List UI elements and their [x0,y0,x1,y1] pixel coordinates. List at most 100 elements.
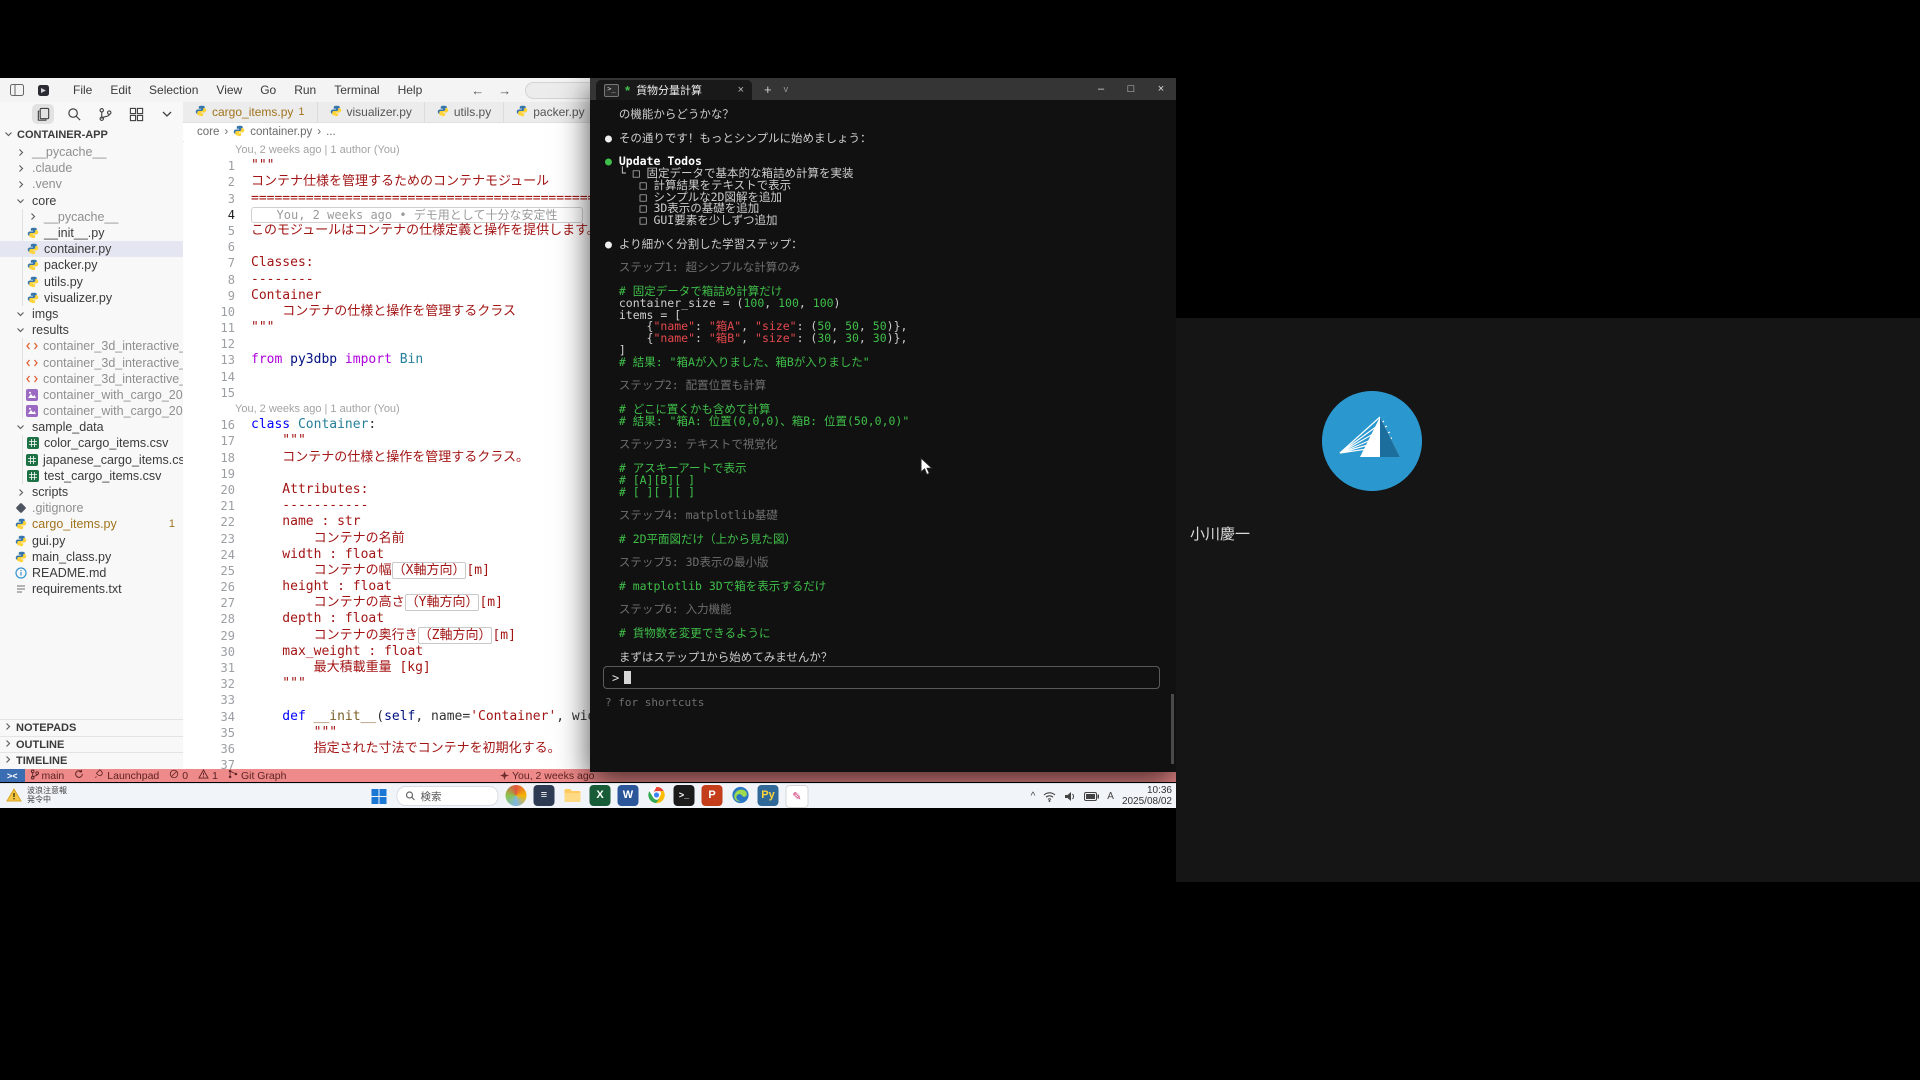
terminal-prompt-input[interactable]: > [603,666,1160,689]
tree-item-requirements.txt[interactable]: requirements.txt [0,581,183,597]
activity-extensions-icon[interactable] [125,104,147,124]
tree-item-container_with_cargo_20250721_1...[interactable]: container_with_cargo_20250721_1... [0,403,183,419]
taskbar-app-powerpoint[interactable]: P [702,785,723,806]
close-button[interactable]: × [1146,83,1176,95]
tree-item-container_3d_interactive_2025072...[interactable]: container_3d_interactive_2025072... [0,338,183,354]
tree-item-main_class.py[interactable]: main_class.py [0,549,183,565]
tree-item-core[interactable]: core [0,193,183,209]
tree-item-container_with_cargo_20250721_1...[interactable]: container_with_cargo_20250721_1... [0,387,183,403]
tree-item-.gitignore[interactable]: .gitignore [0,500,183,516]
sidebar-section-notepads[interactable]: NOTEPADS [0,719,183,736]
menu-run[interactable]: Run [285,80,325,100]
tree-item-japanese_cargo_items.csv[interactable]: japanese_cargo_items.csv [0,452,183,468]
tree-item-test_cargo_items.csv[interactable]: test_cargo_items.csv [0,468,183,484]
ime-indicator[interactable]: A [1107,791,1114,802]
git-blame-status[interactable]: You, 2 weeks ago [500,770,595,782]
tree-item-README.md[interactable]: README.md [0,565,183,581]
layout-toggle-icon[interactable] [8,82,26,98]
menu-terminal[interactable]: Terminal [325,80,388,100]
taskbar-app-file-explorer[interactable] [562,785,583,806]
tray-overflow-chevron[interactable]: ^ [1031,791,1036,802]
taskbar-app-terminal[interactable]: >_ [674,785,695,806]
taskbar-app-python[interactable]: Py [758,785,779,806]
nav-forward-icon[interactable]: → [498,83,511,98]
terminal-scrollbar[interactable] [1171,694,1174,764]
chevron-down-icon [4,129,13,141]
tree-item-container_3d_interactive_2025072...[interactable]: container_3d_interactive_2025072... [0,371,183,387]
tree-item-cargo_items.py[interactable]: cargo_items.py1 [0,516,183,532]
taskbar-app-copilot[interactable] [506,785,527,806]
tree-item-container_3d_interactive_2025072...[interactable]: container_3d_interactive_2025072... [0,354,183,370]
status-git-graph[interactable]: Git Graph [223,769,292,782]
new-tab-button[interactable]: + [764,82,772,97]
tab-visualizer.py[interactable]: visualizer.py [318,102,425,122]
tree-item-gui.py[interactable]: gui.py [0,533,183,549]
explorer-root[interactable]: CONTAINER-APP [0,126,183,144]
taskbar-app-excel[interactable]: X [590,785,611,806]
wifi-icon[interactable] [1043,791,1056,802]
breadcrumb-1[interactable]: container.py [250,126,312,138]
tree-item-__pycache__[interactable]: __pycache__ [0,209,183,225]
taskbar-app-edge[interactable] [730,785,751,806]
line-number: 30 [183,644,251,660]
activity-search-icon[interactable] [63,104,85,124]
taskbar-search[interactable]: 検索 [397,786,499,806]
tree-item-color_cargo_items.csv[interactable]: color_cargo_items.csv [0,435,183,451]
status-launchpad[interactable]: Launchpad [89,769,164,782]
explorer-sidebar: CONTAINER-APP __pycache__.claude.venvcor… [0,102,184,769]
tree-item-utils.py[interactable]: utils.py [0,274,183,290]
taskbar-app-paint[interactable]: ✎ [786,785,809,808]
menu-view[interactable]: View [207,80,251,100]
tree-item-sample_data[interactable]: sample_data [0,419,183,435]
sidebar-section-outline[interactable]: OUTLINE [0,736,183,753]
tab-packer.py[interactable]: packer.py [504,102,597,122]
speaker-icon[interactable] [1064,791,1076,802]
tree-item-container.py[interactable]: container.py [0,241,183,257]
status-main[interactable]: main [25,769,70,782]
taskbar-app-chrome[interactable] [646,785,667,806]
status-1[interactable]: 1 [193,769,223,782]
code-token: Bin [400,352,423,367]
terminal-tab[interactable]: >_ * 貨物分量計算 × [596,80,752,100]
remote-indicator[interactable]: >< [0,769,25,782]
activity-explorer-icon[interactable] [32,104,54,124]
csv-file-icon [26,437,39,449]
line-number: 20 [183,482,251,498]
start-button[interactable] [368,785,390,807]
taskbar-weather-widget[interactable]: 波浪注意報 発令中 [6,786,67,804]
tab-cargo_items.py[interactable]: cargo_items.py1 [183,102,318,122]
terminal-line: {"name": "箱B", "size": (30, 30, 30)}, [605,333,1176,345]
chevron-right-icon [14,148,27,157]
breadcrumb-2[interactable]: ... [326,126,336,138]
nav-back-icon[interactable]: ← [471,83,484,98]
tree-item-scripts[interactable]: scripts [0,484,183,500]
breadcrumb-0[interactable]: core [197,126,219,138]
menu-help[interactable]: Help [389,80,432,100]
taskbar-app-notepad[interactable]: ≡ [534,785,555,806]
sidebar-section-timeline[interactable]: TIMELINE [0,752,183,769]
tab-dropdown-icon[interactable]: v [784,84,789,94]
tab-close-icon[interactable]: × [728,84,744,96]
status-sync[interactable] [69,769,89,782]
battery-icon[interactable] [1084,792,1099,801]
minimize-button[interactable]: – [1086,83,1116,95]
taskbar-app-word[interactable]: W [618,785,639,806]
menu-selection[interactable]: Selection [140,80,207,100]
tree-item-imgs[interactable]: imgs [0,306,183,322]
tree-item-visualizer.py[interactable]: visualizer.py [0,290,183,306]
tray-clock[interactable]: 10:36 2025/08/02 [1122,785,1172,807]
tree-item-__init__.py[interactable]: __init__.py [0,225,183,241]
tree-item-packer.py[interactable]: packer.py [0,257,183,273]
maximize-button[interactable]: □ [1116,83,1146,95]
menu-file[interactable]: File [64,80,101,100]
status-0[interactable]: 0 [164,769,193,782]
tree-item-.claude[interactable]: .claude [0,160,183,176]
menu-go[interactable]: Go [251,80,285,100]
tree-item-results[interactable]: results [0,322,183,338]
activity-source-control-icon[interactable] [94,104,116,124]
tab-utils.py[interactable]: utils.py [425,102,504,122]
tree-item-.venv[interactable]: .venv [0,176,183,192]
tree-item-__pycache__[interactable]: __pycache__ [0,144,183,160]
menu-edit[interactable]: Edit [101,80,140,100]
activity-more-icon[interactable] [156,104,178,124]
